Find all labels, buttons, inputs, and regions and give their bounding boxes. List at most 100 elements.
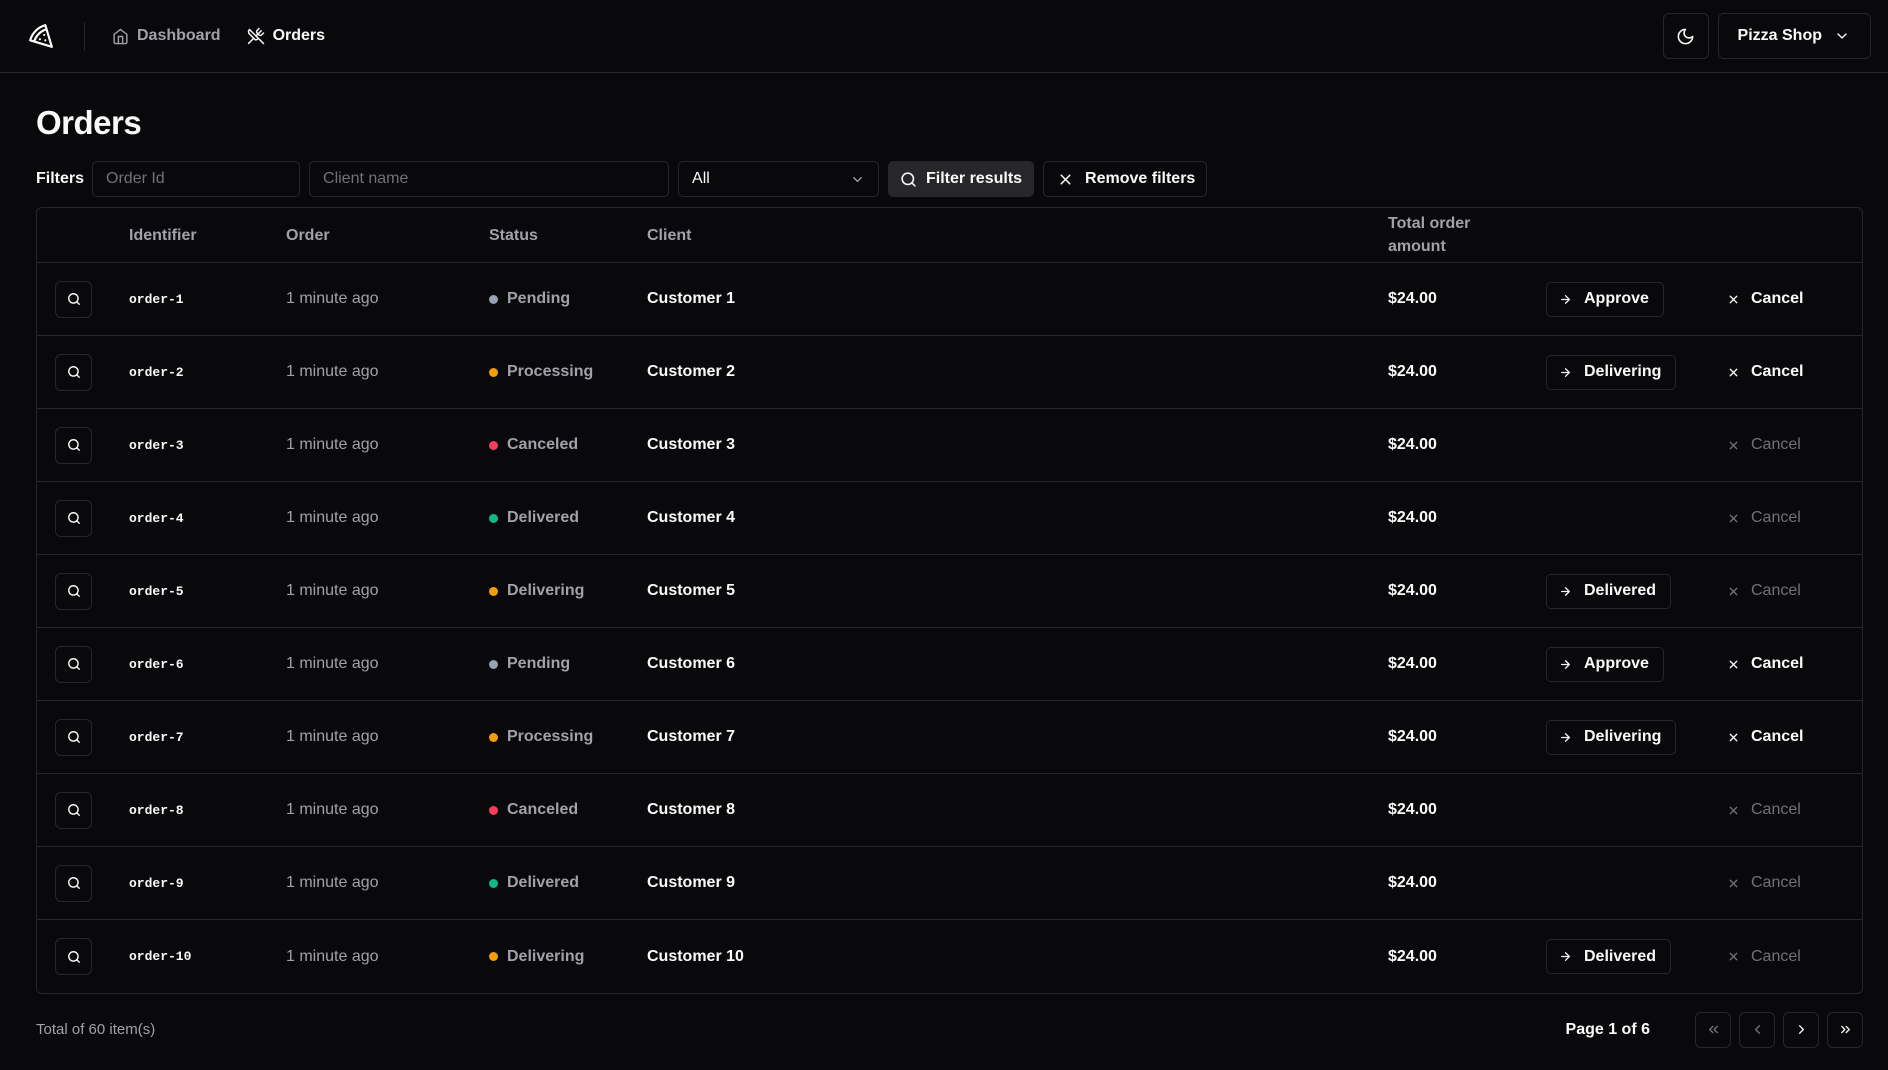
theme-toggle-button[interactable]: [1662, 13, 1709, 59]
status-dot: [489, 367, 498, 377]
home-icon: [113, 28, 128, 44]
client-name: Customer 2: [647, 363, 736, 380]
order-details-button[interactable]: [55, 353, 92, 391]
order-id: order-3: [129, 437, 184, 453]
cancel-order-button[interactable]: Cancel: [1721, 363, 1862, 381]
cancel-order-button[interactable]: Cancel: [1721, 436, 1862, 454]
status-dot: [489, 513, 498, 523]
order-details-button[interactable]: [55, 572, 92, 610]
order-details-button[interactable]: [55, 791, 92, 829]
order-action-button[interactable]: Delivered: [1546, 939, 1672, 974]
close-icon: [1060, 173, 1071, 185]
table-row: order-8 1 minute ago Canceled Customer 8…: [37, 774, 1862, 847]
cancel-order-button[interactable]: Cancel: [1721, 509, 1862, 527]
chevrons-right-icon: [1840, 1025, 1850, 1034]
order-time: 1 minute ago: [286, 874, 379, 891]
order-id: order-5: [129, 583, 184, 599]
chevron-left-icon: [1754, 1025, 1760, 1034]
search-icon: [67, 950, 80, 963]
order-details-button[interactable]: [55, 718, 92, 756]
status-badge: Delivering: [489, 948, 647, 966]
search-icon: [67, 804, 80, 816]
pizza-icon[interactable]: [26, 21, 56, 51]
order-action-button[interactable]: Delivering: [1546, 719, 1677, 755]
search-icon: [67, 585, 80, 597]
table-row: order-7 1 minute ago Processing Customer…: [37, 701, 1862, 774]
action-cell: Delivered: [1546, 939, 1721, 974]
next-page-button[interactable]: [1783, 1011, 1819, 1048]
cancel-order-button[interactable]: Cancel: [1721, 290, 1862, 308]
order-details-button[interactable]: [55, 426, 92, 464]
status-dot: [489, 878, 498, 888]
order-action-button[interactable]: Delivered: [1546, 573, 1672, 609]
status-badge: Processing: [489, 728, 647, 746]
order-details-button[interactable]: [55, 645, 92, 683]
cancel-label: Cancel: [1751, 947, 1801, 965]
order-details-button[interactable]: [55, 938, 92, 975]
cancel-order-button[interactable]: Cancel: [1721, 582, 1862, 600]
cancel-label: Cancel: [1751, 655, 1804, 672]
nav-dashboard[interactable]: Dashboard: [112, 27, 221, 45]
order-id: order-7: [129, 729, 184, 745]
status-label: Processing: [507, 728, 594, 745]
order-time: 1 minute ago: [286, 655, 379, 672]
search-icon: [67, 366, 80, 378]
nav-orders[interactable]: Orders: [247, 27, 325, 45]
order-details-button[interactable]: [55, 280, 92, 318]
order-total: $24.00: [1388, 582, 1437, 599]
store-menu-button[interactable]: Pizza Shop: [1717, 13, 1871, 59]
status-badge: Canceled: [489, 436, 647, 454]
status-label: Delivering: [507, 947, 585, 965]
status-badge: Processing: [489, 363, 647, 381]
client-name: Customer 9: [647, 874, 736, 891]
cancel-order-button[interactable]: Cancel: [1721, 801, 1862, 819]
order-action-button[interactable]: Delivering: [1546, 354, 1677, 390]
app-header: Dashboard Orders Pizza Shop: [0, 0, 1888, 73]
order-total: $24.00: [1388, 801, 1437, 818]
client-name: Customer 4: [647, 509, 736, 526]
order-total: $24.00: [1388, 947, 1437, 965]
last-page-button[interactable]: [1827, 1011, 1863, 1048]
client-name-input[interactable]: [309, 161, 670, 197]
previous-page-button[interactable]: [1739, 1011, 1775, 1048]
filter-results-button[interactable]: Filter results: [888, 161, 1035, 197]
status-label: Pending: [507, 655, 571, 672]
action-cell: Delivering: [1546, 354, 1721, 390]
table-row: order-5 1 minute ago Delivering Customer…: [37, 555, 1862, 628]
status-badge: Delivered: [489, 509, 647, 527]
status-select[interactable]: All: [678, 161, 880, 197]
status-label: Canceled: [507, 436, 579, 453]
order-total: $24.00: [1388, 728, 1437, 745]
cancel-order-button[interactable]: Cancel: [1721, 728, 1862, 746]
order-id-input[interactable]: [92, 161, 301, 197]
order-time: 1 minute ago: [286, 582, 379, 599]
table-row: order-4 1 minute ago Delivered Customer …: [37, 482, 1862, 555]
arrow-right-icon: [1561, 294, 1570, 304]
order-details-button[interactable]: [55, 864, 92, 902]
cancel-order-button[interactable]: Cancel: [1721, 655, 1862, 673]
order-action-label: Approve: [1584, 655, 1649, 672]
header-client: Client: [647, 226, 692, 244]
action-cell: Approve: [1546, 281, 1721, 317]
filters-bar: Filters All Filter results Remove filter…: [36, 161, 1852, 197]
client-name: Customer 8: [647, 801, 736, 818]
cancel-label: Cancel: [1751, 290, 1804, 307]
search-icon: [67, 439, 80, 451]
arrow-right-icon: [1561, 732, 1570, 742]
close-icon: [1729, 660, 1738, 668]
table-row: order-10 1 minute ago Delivering Custome…: [37, 920, 1862, 993]
client-name: Customer 1: [647, 290, 736, 307]
remove-filters-button[interactable]: Remove filters: [1043, 161, 1208, 197]
search-icon: [67, 512, 80, 524]
order-action-button[interactable]: Approve: [1546, 646, 1664, 682]
order-details-button[interactable]: [55, 499, 92, 537]
order-total: $24.00: [1388, 509, 1437, 526]
order-time: 1 minute ago: [286, 801, 379, 818]
cancel-order-button[interactable]: Cancel: [1721, 874, 1862, 892]
order-action-button[interactable]: Approve: [1546, 281, 1664, 317]
first-page-button[interactable]: [1695, 1011, 1731, 1048]
order-total: $24.00: [1388, 290, 1437, 307]
search-icon: [67, 293, 80, 305]
cancel-order-button[interactable]: Cancel: [1721, 948, 1862, 966]
table-body: order-1 1 minute ago Pending Customer 1 …: [37, 263, 1862, 993]
